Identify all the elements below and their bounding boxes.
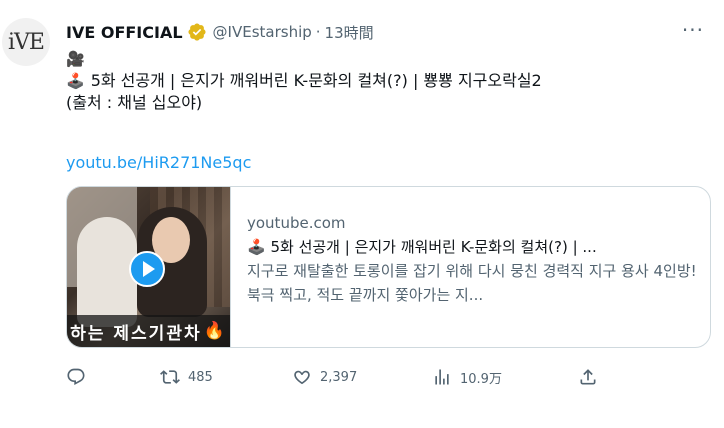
tweet-text: 🎥 🕹️ 5화 선공개 | 은지가 깨워버린 K-문화의 컬쳐(?) | 뿅뿅 … bbox=[66, 48, 706, 114]
camera-icon: 🎥 bbox=[66, 50, 85, 68]
views-button[interactable]: 10.9万 bbox=[432, 367, 578, 387]
like-count: 2,397 bbox=[320, 369, 358, 385]
thumbnail-caption-text: 하는 제스기관차 bbox=[70, 323, 202, 344]
card-title: 🕹️ 5화 선공개 | 은지가 깨워버린 K-문화의 컬쳐(?) | ... bbox=[247, 237, 698, 257]
tweet-header: IVE OFFICIAL @IVEstarship · 13時間 ··· bbox=[66, 20, 704, 44]
tweet-actions: 485 2,397 10.9万 bbox=[66, 366, 606, 388]
more-options-icon[interactable]: ··· bbox=[682, 20, 704, 40]
thumbnail-caption: 하는 제스기관차 🔥 bbox=[67, 315, 230, 347]
thumbnail-person-left bbox=[77, 217, 137, 327]
retweet-icon bbox=[160, 370, 180, 384]
flame-icon: 🔥 bbox=[203, 321, 227, 341]
tweet-line-camera: 🎥 bbox=[66, 48, 706, 70]
card-title-text: 5화 선공개 | 은지가 깨워버린 K-문화의 컬쳐(?) | ... bbox=[270, 238, 597, 256]
tweet-title-text: 5화 선공개 | 은지가 깨워버린 K-문화의 컬쳐(?) | 뿅뿅 지구오락실… bbox=[90, 71, 542, 90]
heart-icon bbox=[294, 370, 310, 385]
views-count: 10.9万 bbox=[460, 371, 502, 387]
verified-badge-icon bbox=[187, 22, 207, 42]
reply-icon bbox=[67, 368, 85, 386]
like-button[interactable]: 2,397 bbox=[292, 367, 432, 387]
link-preview-card[interactable]: 하는 제스기관차 🔥 youtube.com 🕹️ 5화 선공개 | 은지가 깨워… bbox=[66, 186, 711, 348]
retweet-count: 485 bbox=[188, 369, 213, 385]
tweet-time[interactable]: 13時間 bbox=[325, 22, 374, 43]
card-description: 지구로 재탈출한 토롱이를 잡기 위해 다시 뭉친 경력직 지구 용사 4인방!… bbox=[247, 262, 697, 304]
tweet-source-text: (출처 : 채널 십오야) bbox=[66, 93, 203, 112]
separator: · bbox=[315, 23, 321, 41]
reply-button[interactable] bbox=[66, 367, 160, 387]
play-icon[interactable] bbox=[129, 251, 165, 287]
author-handle[interactable]: @IVEstarship bbox=[213, 23, 312, 41]
card-info[interactable]: youtube.com 🕹️ 5화 선공개 | 은지가 깨워버린 K-문화의 컬… bbox=[231, 187, 710, 347]
video-thumbnail[interactable]: 하는 제스기관차 🔥 bbox=[67, 187, 231, 347]
joystick-icon: 🕹️ bbox=[66, 72, 85, 90]
tweet-line-1: 🕹️ 5화 선공개 | 은지가 깨워버린 K-문화의 컬쳐(?) | 뿅뿅 지구… bbox=[66, 70, 706, 92]
tweet-link[interactable]: youtu.be/HiR271Ne5qc bbox=[66, 153, 251, 172]
share-button[interactable] bbox=[578, 367, 598, 387]
views-icon bbox=[435, 369, 449, 385]
joystick-icon: 🕹️ bbox=[247, 238, 266, 256]
share-icon bbox=[580, 369, 596, 385]
retweet-button[interactable]: 485 bbox=[160, 367, 292, 387]
author-name[interactable]: IVE OFFICIAL bbox=[66, 23, 183, 42]
card-domain: youtube.com bbox=[247, 214, 346, 232]
avatar[interactable]: iVE bbox=[2, 18, 50, 66]
tweet-line-2: (출처 : 채널 십오야) bbox=[66, 92, 706, 114]
